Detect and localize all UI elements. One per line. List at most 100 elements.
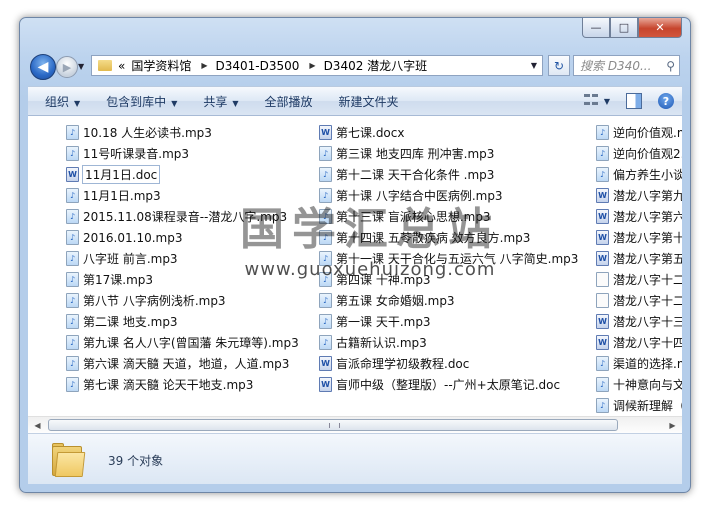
file-item[interactable]: 潜龙八字十二课.doc xyxy=(596,290,682,311)
file-item[interactable]: ♪ 11月1日.mp3 xyxy=(66,185,299,206)
address-bar[interactable]: « 国学资料馆 ▶ D3401-D3500 ▶ D3402 潜龙八字班 ▼ xyxy=(91,55,543,76)
breadcrumb-item[interactable]: 国学资料馆 xyxy=(131,57,191,74)
search-input[interactable]: 搜索 D340... ⚲ xyxy=(573,55,680,76)
refresh-icon: ↻ xyxy=(553,58,565,73)
file-item[interactable]: ♪ 八字班 前言.mp3 xyxy=(66,248,299,269)
file-item[interactable]: ♪ 第二课 地支.mp3 xyxy=(66,311,299,332)
file-item[interactable]: ♪ 第十课 八字结合中医病例.mp3 xyxy=(319,185,578,206)
file-item[interactable]: ♪ 2015.11.08课程录音--潜龙八字.mp3 xyxy=(66,206,299,227)
chevron-down-icon[interactable]: ▼ xyxy=(604,97,610,106)
word-document-icon: W xyxy=(596,209,609,224)
history-dropdown-button[interactable]: ▼ xyxy=(78,62,87,71)
file-name: 第一课 天干.mp3 xyxy=(336,315,431,329)
toolbar-right: ▼ ? xyxy=(583,93,682,109)
file-name: 第七课 滴天髓 论天干地支.mp3 xyxy=(83,378,254,392)
word-document-icon: W xyxy=(596,230,609,245)
file-name: 盲派命理学初级教程.doc xyxy=(336,357,470,371)
file-item[interactable]: ♪ 2016.01.10.mp3 xyxy=(66,227,299,248)
chevron-down-icon: ▼ xyxy=(78,62,85,71)
folder-icon xyxy=(50,442,86,477)
file-item[interactable]: ♪ 十神意向与文化.mp3 xyxy=(596,374,682,395)
chevron-right-icon[interactable]: ▶ xyxy=(309,61,315,70)
file-name: 第三课 地支四库 刑冲害.mp3 xyxy=(336,147,495,161)
file-item[interactable]: ♪ 第十四课 五苓散疾病 效方良方.mp3 xyxy=(319,227,578,248)
file-name: 八字班 前言.mp3 xyxy=(83,252,178,266)
file-name: 第十一课 天干合化与五运六气 八字简史.mp3 xyxy=(336,252,579,266)
file-item[interactable]: ♪ 偏方养生小谈.mp3 xyxy=(596,164,682,185)
play-all-button[interactable]: 全部播放 xyxy=(256,93,322,110)
file-item[interactable]: W 第七课.docx xyxy=(319,122,578,143)
play-all-label: 全部播放 xyxy=(264,94,313,109)
file-item[interactable]: ♪ 调候新理解（十天干）.mp3 xyxy=(596,395,682,416)
address-dropdown-button[interactable]: ▼ xyxy=(526,61,542,70)
file-item[interactable]: W 潜龙八字第五课.doc xyxy=(596,248,682,269)
file-item[interactable]: W 潜龙八字第六课.doc xyxy=(596,206,682,227)
navigation-bar: ◀ ▶ ▼ « 国学资料馆 ▶ D3401-D3500 ▶ D3402 潜龙八字… xyxy=(28,50,682,80)
word-document-icon: W xyxy=(596,251,609,266)
maximize-button[interactable]: □ xyxy=(610,18,638,38)
file-item[interactable]: ♪ 第17课.mp3 xyxy=(66,269,299,290)
file-item[interactable]: ♪ 第十一课 天干合化与五运六气 八字简史.mp3 xyxy=(319,248,578,269)
file-item[interactable]: ♪ 渠道的选择.mp3 xyxy=(596,353,682,374)
file-item[interactable]: ♪ 第七课 滴天髓 论天干地支.mp3 xyxy=(66,374,299,395)
grip-icon xyxy=(329,423,340,428)
forward-button[interactable]: ▶ xyxy=(56,56,78,78)
file-item[interactable]: W 潜龙八字十三课.doc xyxy=(596,311,682,332)
breadcrumb-overflow[interactable]: « xyxy=(118,59,125,73)
file-item[interactable]: W 潜龙八字第九课.doc xyxy=(596,185,682,206)
file-name: 渠道的选择.mp3 xyxy=(613,357,682,371)
audio-file-icon: ♪ xyxy=(66,356,79,371)
file-item[interactable]: ♪ 第六课 滴天髓 天道，地道，人道.mp3 xyxy=(66,353,299,374)
folder-icon xyxy=(98,60,112,71)
file-item[interactable]: ♪ 11号听课录音.mp3 xyxy=(66,143,299,164)
horizontal-scrollbar[interactable]: ◀ ▶ xyxy=(28,416,682,433)
preview-pane-icon[interactable] xyxy=(626,93,642,109)
file-name: 第十四课 五苓散疾病 效方良方.mp3 xyxy=(336,231,531,245)
file-item[interactable]: ♪ 第十二课 天干合化条件 .mp3 xyxy=(319,164,578,185)
file-item[interactable]: ♪ 第五课 女命婚姻.mp3 xyxy=(319,290,578,311)
file-item[interactable]: 潜龙八字十二课.doc xyxy=(596,269,682,290)
search-icon: ⚲ xyxy=(666,58,675,73)
file-item[interactable]: ♪ 第八节 八字病例浅析.mp3 xyxy=(66,290,299,311)
file-item[interactable]: ♪ 10.18 人生必读书.mp3 xyxy=(66,122,299,143)
scroll-left-icon[interactable]: ◀ xyxy=(30,418,45,432)
minimize-button[interactable]: — xyxy=(582,18,610,38)
back-button[interactable]: ◀ xyxy=(30,54,56,80)
chevron-right-icon[interactable]: ▶ xyxy=(201,61,207,70)
forward-arrow-icon: ▶ xyxy=(62,60,72,74)
file-name: 潜龙八字十三课.doc xyxy=(613,315,682,329)
file-item[interactable]: W 盲师中级（整理版）--广州+太原笔记.doc xyxy=(319,374,578,395)
file-item[interactable]: ♪ 第一课 天干.mp3 xyxy=(319,311,578,332)
file-item[interactable]: ♪ 第四课 十神.mp3 xyxy=(319,269,578,290)
breadcrumb-item[interactable]: D3402 潜龙八字班 xyxy=(324,57,428,74)
file-item[interactable]: W 潜龙八字十四课.doc xyxy=(596,332,682,353)
help-icon[interactable]: ? xyxy=(658,93,674,109)
file-item[interactable]: ♪ 第三课 地支四库 刑冲害.mp3 xyxy=(319,143,578,164)
scrollbar-thumb[interactable] xyxy=(48,419,618,431)
view-options-icon[interactable] xyxy=(583,94,600,108)
file-item[interactable]: ♪ 第九课 名人八字(曾国藩 朱元璋等).mp3 xyxy=(66,332,299,353)
audio-file-icon: ♪ xyxy=(319,251,332,266)
share-button[interactable]: 共享 ▼ xyxy=(194,93,247,110)
scroll-right-icon[interactable]: ▶ xyxy=(665,418,680,432)
explorer-window: — □ ✕ ◀ ▶ ▼ « 国学资料馆 ▶ D3401-D3500 ▶ D340… xyxy=(19,17,691,493)
new-folder-button[interactable]: 新建文件夹 xyxy=(330,93,408,110)
breadcrumb-item[interactable]: D3401-D3500 xyxy=(216,59,300,73)
file-item[interactable]: W 潜龙八字第十课.doc xyxy=(596,227,682,248)
organize-button[interactable]: 组织 ▼ xyxy=(36,93,89,110)
file-name: 2015.11.08课程录音--潜龙八字.mp3 xyxy=(83,210,288,224)
file-item[interactable]: ♪ 逆向价值观2.mp3 xyxy=(596,143,682,164)
audio-file-icon: ♪ xyxy=(66,125,79,140)
file-item[interactable]: W 11月1日.doc xyxy=(66,164,299,185)
file-item[interactable]: W 盲派命理学初级教程.doc xyxy=(319,353,578,374)
include-in-library-button[interactable]: 包含到库中 ▼ xyxy=(97,93,186,110)
file-item[interactable]: ♪ 逆向价值观.mp3 xyxy=(596,122,682,143)
file-item[interactable]: ♪ 古籍新认识.mp3 xyxy=(319,332,578,353)
details-pane: 39 个对象 xyxy=(28,433,682,484)
chevron-down-icon: ▼ xyxy=(171,98,178,108)
close-button[interactable]: ✕ xyxy=(638,18,682,38)
refresh-button[interactable]: ↻ xyxy=(548,55,570,76)
file-column: ♪ 10.18 人生必读书.mp3 ♪ 11号听课录音.mp3 W 11月1日.doc ♪ 1… xyxy=(66,122,299,395)
audio-file-icon: ♪ xyxy=(596,377,609,392)
file-item[interactable]: ♪ 第十三课 盲派核心思想.mp3 xyxy=(319,206,578,227)
